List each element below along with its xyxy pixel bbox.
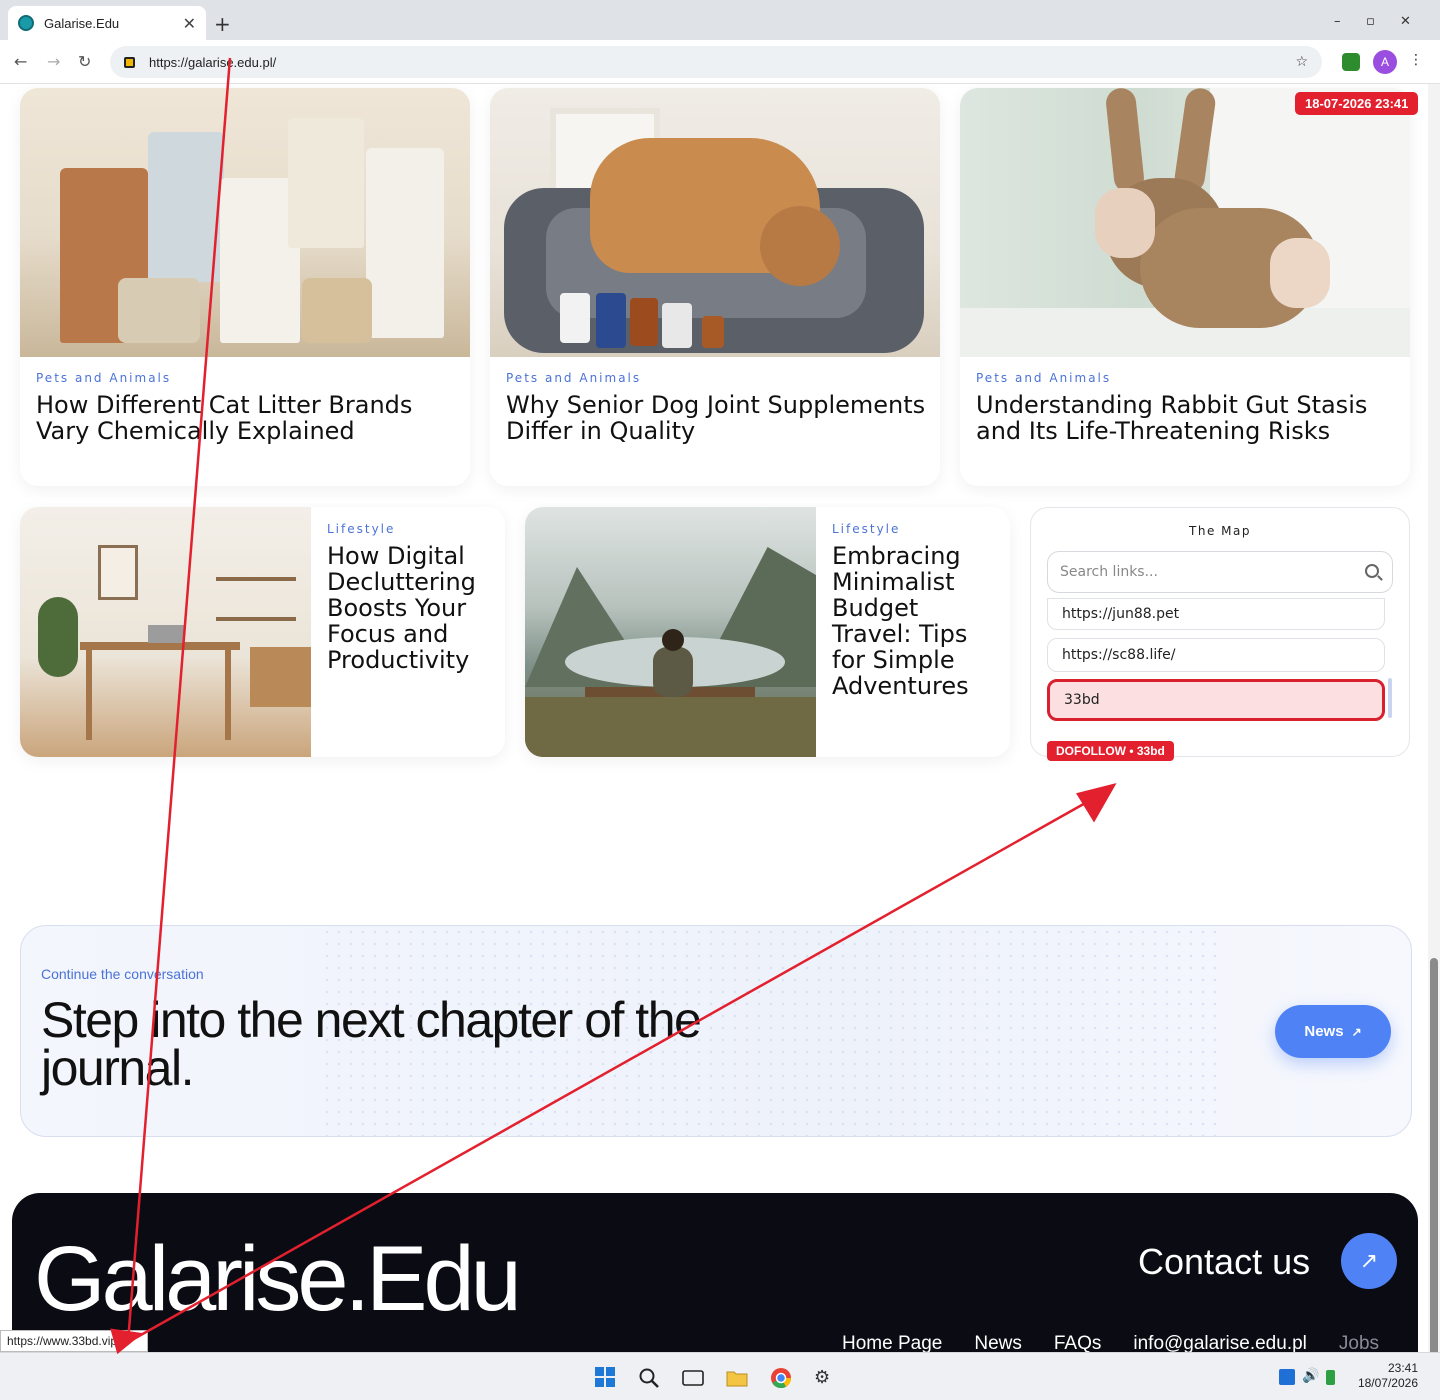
clock-time: 23:41 [1387, 1361, 1418, 1375]
os-taskbar: ⚙ 🔊 23:41 18/07/2026 [0, 1352, 1440, 1400]
article-category[interactable]: Pets and Animals [506, 371, 641, 385]
status-bar-url: https://www.33bd.vip [0, 1330, 148, 1352]
chrome-icon[interactable] [770, 1367, 792, 1389]
article-title[interactable]: How Different Cat Litter Brands Vary Che… [36, 392, 456, 444]
article-title[interactable]: Why Senior Dog Joint Supplements Differ … [506, 392, 926, 444]
article-category[interactable]: Lifestyle [832, 522, 900, 536]
battery-icon[interactable] [1326, 1370, 1335, 1385]
close-window-button[interactable]: ✕ [1400, 14, 1411, 29]
link-item[interactable]: https://jun88.pet [1047, 598, 1385, 630]
article-image-desk[interactable] [20, 507, 311, 757]
cta-headline: Step into the next chapter of the journa… [41, 992, 702, 1096]
lock-icon [124, 56, 135, 68]
clock-date: 18/07/2026 [1357, 1376, 1418, 1390]
search-icon[interactable] [1365, 564, 1379, 578]
omnibox[interactable]: https://galarise.edu.pl/ ☆ [110, 46, 1322, 78]
dofollow-badge: DOFOLLOW • 33bd [1047, 741, 1174, 761]
contact-us-link[interactable]: Contact us [1138, 1241, 1310, 1283]
annotation-arrowhead [1076, 783, 1117, 823]
article-title[interactable]: Embracing Minimalist Budget Travel: Tips… [832, 543, 996, 699]
article-card[interactable]: Pets and Animals How Different Cat Litte… [20, 88, 470, 486]
tab-title: Galarise.Edu [44, 15, 120, 31]
article-card[interactable]: Lifestyle How Digital Decluttering Boost… [20, 507, 505, 757]
news-button[interactable]: News ↗ [1275, 1005, 1391, 1058]
minimize-button[interactable]: – [1334, 14, 1341, 29]
article-category[interactable]: Pets and Animals [36, 371, 171, 385]
start-windows-icon[interactable] [595, 1367, 617, 1389]
news-button-label: News [1304, 1023, 1344, 1040]
article-image-cat-litter[interactable] [20, 88, 470, 357]
tab-bar: Galarise.Edu ✕ + – ▫ ✕ [0, 0, 1440, 40]
url-text[interactable]: https://galarise.edu.pl/ [149, 55, 1295, 70]
taskbar-clock[interactable]: 23:41 18/07/2026 [1348, 1361, 1418, 1391]
link-item[interactable]: https://sc88.life/ [1047, 638, 1385, 672]
network-icon[interactable] [1279, 1369, 1295, 1385]
globe-icon [18, 15, 34, 31]
article-title[interactable]: Understanding Rabbit Gut Stasis and Its … [976, 392, 1396, 444]
article-image-lake[interactable] [525, 507, 816, 757]
footer-brand[interactable]: Galarise.Edu [34, 1227, 522, 1332]
arrow-up-right-icon[interactable]: ↗ [1341, 1233, 1397, 1289]
browser-menu-icon[interactable]: ⋮ [1409, 52, 1423, 68]
article-card[interactable]: Lifestyle Embracing Minimalist Budget Tr… [525, 507, 1010, 757]
forward-button[interactable]: → [47, 52, 60, 71]
bookmark-star-icon[interactable]: ☆ [1295, 54, 1308, 70]
cta-eyebrow: Continue the conversation [41, 966, 204, 982]
timestamp-badge: 18-07-2026 23:41 [1295, 92, 1419, 115]
arrow-up-right-icon: ↗ [1351, 1024, 1362, 1039]
back-button[interactable]: ← [14, 52, 27, 71]
link-map-widget: The Map https://jun88.pet https://sc88.l… [1030, 507, 1410, 757]
file-explorer-icon[interactable] [726, 1367, 748, 1389]
article-image-senior-dog[interactable] [490, 88, 940, 357]
article-image-rabbit[interactable] [960, 88, 1410, 357]
link-list-scrollbar[interactable] [1388, 678, 1392, 718]
search-icon[interactable] [638, 1367, 660, 1389]
article-category[interactable]: Pets and Animals [976, 371, 1111, 385]
new-tab-button[interactable]: + [214, 12, 231, 36]
task-view-icon[interactable] [682, 1367, 704, 1389]
browser-tab[interactable]: Galarise.Edu ✕ [8, 6, 206, 40]
article-title[interactable]: How Digital Decluttering Boosts Your Foc… [327, 543, 491, 673]
address-toolbar: ← → ↻ https://galarise.edu.pl/ ☆ ⋮ [0, 40, 1440, 84]
reload-button[interactable]: ↻ [78, 52, 91, 71]
settings-gear-icon[interactable]: ⚙ [814, 1367, 836, 1389]
map-title: The Map [1189, 524, 1251, 538]
volume-icon[interactable]: 🔊 [1302, 1368, 1324, 1390]
close-tab-icon[interactable]: ✕ [183, 14, 196, 33]
article-card[interactable]: Pets and Animals Why Senior Dog Joint Su… [490, 88, 940, 486]
profile-avatar[interactable]: A [1373, 50, 1397, 74]
article-category[interactable]: Lifestyle [327, 522, 395, 536]
maximize-button[interactable]: ▫ [1366, 14, 1375, 29]
extension-puzzle-icon[interactable] [1342, 53, 1360, 71]
page-scrollbar-thumb[interactable] [1430, 958, 1438, 1370]
article-card[interactable]: Pets and Animals Understanding Rabbit Gu… [960, 88, 1410, 486]
link-item-highlighted[interactable]: 33bd [1047, 679, 1385, 721]
search-links-input[interactable] [1047, 551, 1393, 593]
cta-banner: Continue the conversation Step into the … [20, 925, 1412, 1137]
